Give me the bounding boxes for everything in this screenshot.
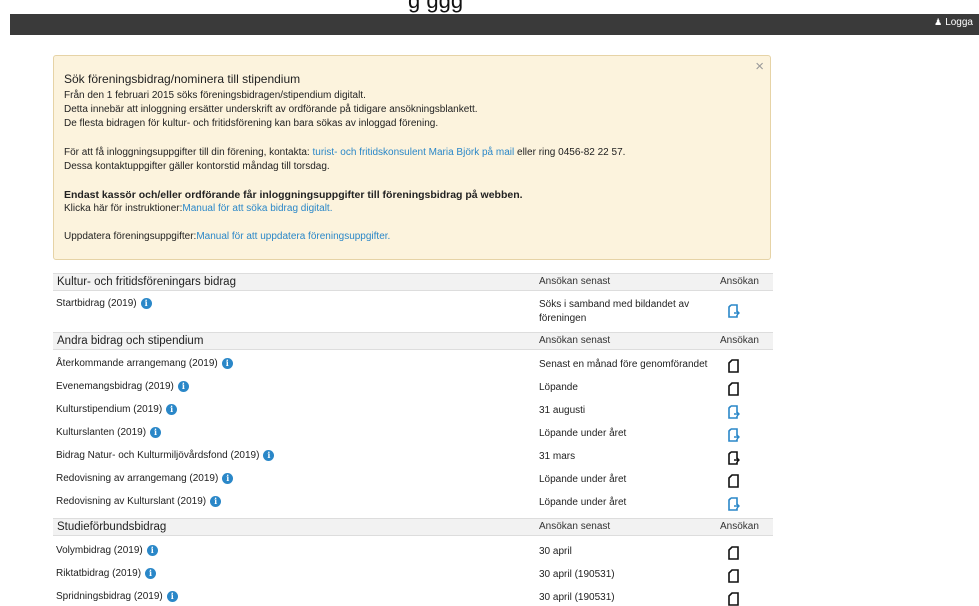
info-icon[interactable]: i	[150, 427, 162, 438]
column-apply: Ansökan	[720, 521, 759, 532]
grant-name: Startbidrag (2019)	[56, 298, 137, 309]
info-icon[interactable]: i	[140, 298, 152, 309]
grant-deadline: 30 april (190531)	[539, 569, 615, 580]
table-row: Bidrag Natur- och Kulturmiljövårdsfond (…	[53, 446, 773, 468]
grant-deadline: 31 mars	[539, 451, 576, 462]
grant-name: Återkommande arrangemang (2019)	[56, 358, 218, 369]
grant-deadline: Löpande	[539, 382, 578, 393]
grant-name: Spridningsbidrag (2019)	[56, 591, 163, 602]
grant-deadline: 30 april	[539, 546, 572, 557]
section-title: Andra bidrag och stipendium	[57, 335, 204, 347]
section-title: Studieförbundsbidrag	[57, 521, 167, 533]
info-icon[interactable]: i	[145, 568, 157, 579]
column-deadline: Ansökan senast	[539, 521, 611, 532]
document-icon[interactable]	[728, 474, 740, 488]
document-icon[interactable]	[728, 569, 740, 583]
document-icon[interactable]	[728, 382, 740, 396]
section-header: Kultur- och fritidsföreningars bidrag An…	[53, 273, 773, 291]
info-icon[interactable]: i	[263, 450, 275, 461]
grant-deadline: Söks i samband med bildandet av förening…	[539, 299, 690, 324]
login-label: Logga	[945, 17, 973, 28]
column-apply: Ansökan	[720, 335, 759, 346]
section-header: Andra bidrag och stipendium Ansökan sena…	[53, 332, 773, 350]
user-icon: ♟	[934, 17, 943, 27]
grant-deadline: Löpande under året	[539, 474, 627, 485]
login-document-icon[interactable]	[728, 428, 740, 442]
login-document-icon[interactable]	[728, 405, 740, 419]
info-icon[interactable]: i	[221, 358, 233, 369]
grant-name: Riktatbidrag (2019)	[56, 568, 142, 579]
table-row: Kulturslanten (2019) i Löpande under året	[53, 423, 773, 445]
column-deadline: Ansökan senast	[539, 276, 611, 287]
section-title: Kultur- och fritidsföreningars bidrag	[57, 276, 236, 288]
login-button[interactable]: ♟ Logga	[934, 17, 973, 28]
grant-deadline: 30 april (190531)	[539, 592, 615, 603]
table-row: Startbidrag (2019) i Söks i samband med b…	[53, 294, 773, 330]
table-row: Evenemangsbidrag (2019) i Löpande	[53, 377, 773, 399]
info-icon[interactable]: i	[222, 473, 234, 484]
info-icon[interactable]: i	[166, 591, 178, 602]
table-row: Kulturstipendium (2019) i 31 augusti	[53, 400, 773, 422]
column-deadline: Ansökan senast	[539, 335, 611, 346]
grant-deadline: 31 augusti	[539, 405, 586, 416]
login-document-icon[interactable]	[728, 497, 740, 511]
grant-name: Redovisning av Kulturslant (2019)	[56, 496, 207, 507]
table-row: Riktatbidrag (2019) i 30 april (190531)	[53, 564, 773, 586]
grant-table: Kultur- och fritidsföreningars bidrag An…	[53, 0, 773, 606]
info-icon[interactable]: i	[166, 404, 178, 415]
table-row: Redovisning av Kulturslant (2019) i Löpan…	[53, 492, 773, 514]
table-row: Spridningsbidrag (2019) i 30 april (19053…	[53, 587, 773, 606]
info-icon[interactable]: i	[177, 381, 189, 392]
table-row: Redovisning av arrangemang (2019) i Löpan…	[53, 469, 773, 491]
grant-name: Evenemangsbidrag (2019)	[56, 381, 174, 392]
table-row: Återkommande arrangemang (2019) i Senast …	[53, 354, 773, 376]
info-icon[interactable]: i	[210, 496, 222, 507]
grant-deadline: Löpande under året	[539, 497, 627, 508]
grant-name: Redovisning av arrangemang (2019)	[56, 473, 219, 484]
document-icon[interactable]	[728, 359, 740, 373]
info-icon[interactable]: i	[146, 545, 158, 556]
document-icon[interactable]	[728, 546, 740, 560]
login-document-icon[interactable]	[728, 451, 740, 465]
document-icon[interactable]	[728, 592, 740, 606]
login-document-icon[interactable]	[728, 304, 740, 318]
table-row: Volymbidrag (2019) i 30 april	[53, 541, 773, 563]
grant-name: Kulturslanten (2019)	[56, 427, 147, 438]
grant-name: Volymbidrag (2019)	[56, 545, 143, 556]
grant-name: Kulturstipendium (2019)	[56, 404, 163, 415]
grant-name: Bidrag Natur- och Kulturmiljövårdsfond (…	[56, 450, 260, 461]
grant-deadline: Senast en månad före genomförandet	[539, 359, 708, 370]
grant-deadline: Löpande under året	[539, 428, 627, 439]
column-apply: Ansökan	[720, 276, 759, 287]
section-header: Studieförbundsbidrag Ansökan senast Ansö…	[53, 518, 773, 536]
